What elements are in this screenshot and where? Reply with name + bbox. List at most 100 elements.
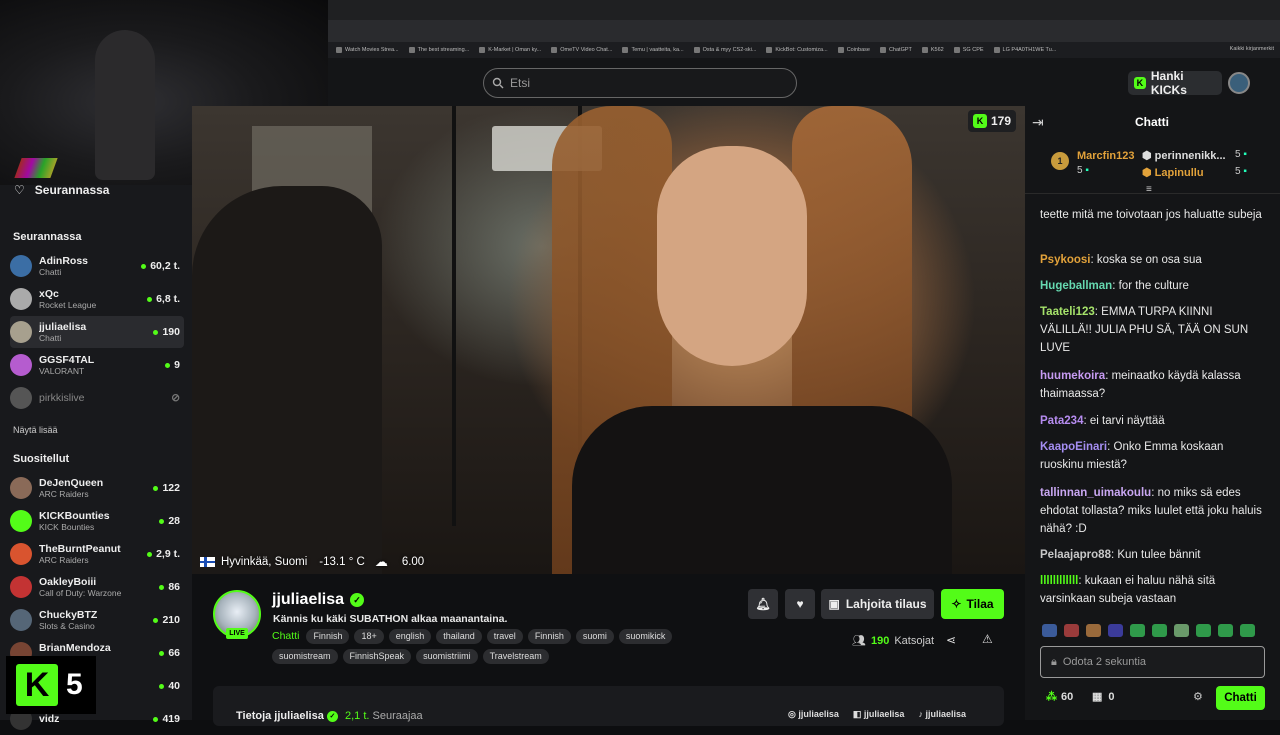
all-bookmarks-link[interactable]: Kaikki kirjanmerkit — [1230, 46, 1274, 52]
instagram-link[interactable]: ◎ jjuliaelisa — [788, 709, 839, 720]
chat-username[interactable]: tallinnan_uimakoulu — [1040, 487, 1151, 499]
sidebar-channel-item[interactable]: ChuckyBTZ Slots & Casino 210 — [10, 604, 184, 636]
emote-icon[interactable] — [1130, 624, 1145, 637]
bookmark-label: K-Market | Oman ky... — [488, 47, 542, 53]
viewer-count: 6,8 t. — [147, 293, 184, 305]
followers-count: 2,1 t. — [344, 710, 370, 722]
chat-username[interactable]: Taateli123 — [1040, 306, 1095, 318]
chat-username[interactable]: Hugeballman — [1040, 280, 1112, 292]
report-icon[interactable]: ⚠ — [982, 632, 993, 646]
leader-name[interactable]: Marcfin123 — [1077, 150, 1134, 162]
bookmark-item[interactable]: OmeTV Video Chat... — [551, 47, 612, 53]
tag-chip[interactable]: Travelstream — [482, 649, 549, 664]
chat-send-button[interactable]: Chatti — [1216, 686, 1265, 710]
channel-text: jjuliaelisa Chatti — [39, 321, 153, 343]
chat-username[interactable]: huumekoira — [1040, 370, 1105, 382]
emote-icon[interactable] — [1240, 624, 1255, 637]
sidebar-channel-item[interactable]: pirkkislive ⊘ — [10, 382, 184, 414]
chat-username[interactable]: Pelaajapro88 — [1040, 549, 1111, 561]
bookmark-item[interactable]: SG CPE — [953, 47, 984, 53]
sidebar-channel-item[interactable]: AdinRoss Chatti 60,2 t. — [10, 250, 184, 282]
subscribe-button[interactable]: ✧ Tilaa — [941, 589, 1004, 619]
bookmark-item[interactable]: ChatGPT — [879, 47, 912, 53]
live-dot-icon — [147, 296, 153, 302]
tiktok-link[interactable]: ♪ jjuliaelisa — [918, 709, 966, 720]
get-kicks-button[interactable]: K Hanki KICKs — [1128, 69, 1222, 97]
tag-chip[interactable]: Finnish — [527, 629, 571, 644]
tag-chip[interactable]: travel — [486, 629, 523, 644]
notification-button[interactable]: 🔔︎ — [748, 589, 778, 619]
sidebar-channel-item[interactable]: TheBurntPeanut ARC Raiders 2,9 t. — [10, 538, 184, 570]
offline-icon: ⊘ — [171, 392, 180, 404]
bookmark-label: K562 — [930, 47, 944, 53]
tag-chip[interactable]: suomikick — [618, 629, 673, 644]
followers-label: Seuraajaa — [372, 710, 423, 722]
chat-username[interactable]: KaapoEinari — [1040, 441, 1107, 453]
live-dot-icon — [153, 617, 159, 623]
bookmark-item[interactable]: K562 — [921, 47, 944, 53]
live-dot-icon — [147, 551, 153, 557]
emote-icon[interactable] — [1108, 624, 1123, 637]
browser-address-bar[interactable] — [328, 20, 1280, 42]
emote-icon[interactable] — [1196, 624, 1211, 637]
emote-icon[interactable] — [1086, 624, 1101, 637]
bookmark-item[interactable]: Coinbase — [837, 47, 870, 53]
sidebar-channel-item[interactable]: DeJenQueen ARC Raiders 122 — [10, 472, 184, 504]
overlay-count: 5 — [66, 668, 83, 701]
sidebar-channel-item[interactable]: xQc Rocket League 6,8 t. — [10, 283, 184, 315]
kick-logo-icon: K — [16, 664, 58, 706]
emote-icon[interactable] — [1218, 624, 1233, 637]
bookmark-item[interactable]: Osta & myy CS2-ski... — [693, 47, 756, 53]
tag-chip[interactable]: thailand — [436, 629, 482, 644]
search-input[interactable]: Etsi — [483, 68, 797, 98]
emote-icon[interactable] — [1174, 624, 1189, 637]
emote-icon[interactable] — [1152, 624, 1167, 637]
sidebar-channel-item[interactable]: GGSF4TAL VALORANT 9 — [10, 349, 184, 381]
channel-points[interactable]: ⁂ 60 — [1046, 690, 1073, 704]
video-player[interactable] — [192, 106, 1025, 574]
emote-icon[interactable] — [1042, 624, 1057, 637]
gift-icon: ▣ — [828, 597, 840, 611]
chat-input[interactable]: 🔒︎ Odota 2 sekuntia — [1040, 646, 1265, 678]
bookmark-item[interactable]: The best streaming... — [408, 47, 469, 53]
kick-logo-icon: K — [1134, 77, 1146, 89]
emote-icon[interactable] — [1064, 624, 1079, 637]
bookmark-item[interactable]: K-Market | Oman ky... — [479, 47, 541, 53]
tag-chip[interactable]: 18+ — [354, 629, 384, 644]
tag-chip[interactable]: suomistriimi — [416, 649, 478, 664]
chat-username[interactable]: llllllllllll — [1040, 575, 1078, 587]
bookmark-item[interactable]: Temu | vaatteita, ka... — [622, 47, 684, 53]
collapse-chat-icon[interactable]: ⇥ — [1032, 114, 1044, 131]
leader-3-name: Lapinullu — [1154, 167, 1204, 179]
channel-name: BrianMendoza — [39, 642, 111, 654]
user-avatar[interactable] — [1228, 72, 1250, 94]
follow-button[interactable]: ♥ — [785, 589, 815, 619]
chat-username[interactable]: Pata234 — [1040, 415, 1083, 427]
gift-sub-button[interactable]: ▣ Lahjoita tilaus — [821, 589, 934, 619]
channel-name: DeJenQueen — [39, 477, 104, 489]
bookmark-item[interactable]: KickBot: Customiza... — [766, 47, 828, 53]
kick-social-link[interactable]: ◧ jjuliaelisa — [853, 709, 905, 720]
chat-username[interactable]: Psykoosi — [1040, 254, 1091, 266]
category-link[interactable]: Chatti — [272, 629, 299, 644]
channel-name[interactable]: jjuliaelisa ✓ — [272, 591, 365, 609]
sidebar-channel-item[interactable]: OakleyBoiii Call of Duty: Warzone 86 — [10, 571, 184, 603]
bookmark-item[interactable]: LG P4A0TH1WE Tu... — [993, 47, 1056, 53]
tag-chip[interactable]: suomistream — [272, 649, 338, 664]
expand-leaderboard-icon[interactable]: ≡ — [1146, 184, 1152, 195]
chat-settings-icon[interactable]: ⚙ — [1193, 690, 1203, 703]
sidebar-channel-item[interactable]: jjuliaelisa Chatti 190 — [10, 316, 184, 348]
tag-chip[interactable]: Finnish — [306, 629, 350, 644]
store-button[interactable]: ▦ 0 — [1092, 690, 1115, 704]
leader-3[interactable]: ⬢ Lapinullu — [1142, 166, 1204, 179]
show-more-link[interactable]: Näytä lisää — [13, 425, 58, 435]
tag-chip[interactable]: english — [388, 629, 432, 644]
tag-chip[interactable]: suomi — [575, 629, 614, 644]
viewer-count: 9 — [165, 359, 184, 371]
tag-chip[interactable]: FinnishSpeak — [342, 649, 412, 664]
leader-2[interactable]: ⬢ perinnenikk... — [1142, 149, 1226, 162]
share-icon[interactable]: ⋖ — [946, 633, 956, 647]
sidebar-channel-item[interactable]: KICKBounties KICK Bounties 28 — [10, 505, 184, 537]
bookmark-item[interactable]: Watch Movies Strea... — [336, 47, 399, 53]
following-tab[interactable]: ♡ Seurannassa — [14, 183, 109, 197]
